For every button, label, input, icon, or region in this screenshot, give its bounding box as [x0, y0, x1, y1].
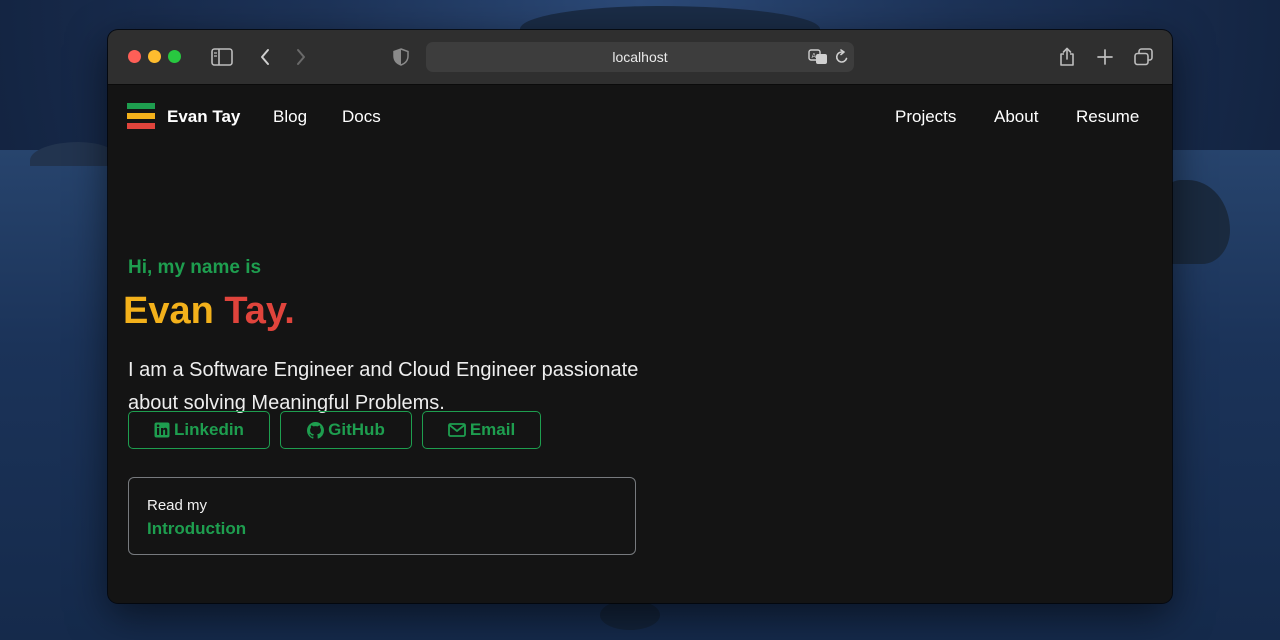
email-button[interactable]: Email	[422, 411, 541, 449]
browser-window: localhost A Evan Tay Blog Docs Projects …	[108, 30, 1172, 603]
close-window-button[interactable]	[128, 50, 141, 63]
linkedin-button[interactable]: Linkedin	[128, 411, 270, 449]
site-brand[interactable]: Evan Tay	[167, 107, 240, 127]
hero-first-name: Evan	[123, 290, 214, 332]
address-bar[interactable]: localhost A	[426, 42, 854, 72]
hero-greeting: Hi, my name is	[128, 257, 262, 278]
translate-icon[interactable]: A	[806, 45, 830, 69]
nav-link-about[interactable]: About	[994, 107, 1038, 127]
new-tab-icon[interactable]	[1093, 45, 1117, 69]
wallpaper-rock	[600, 600, 660, 630]
tab-overview-icon[interactable]	[1132, 45, 1156, 69]
intro-card-pretext: Read my	[147, 497, 208, 514]
privacy-shield-icon[interactable]	[389, 45, 413, 69]
mail-icon	[447, 423, 466, 437]
browser-toolbar: localhost A	[108, 30, 1172, 85]
back-icon[interactable]	[253, 45, 277, 69]
nav-link-projects[interactable]: Projects	[895, 107, 956, 127]
github-label: GitHub	[328, 420, 385, 439]
minimize-window-button[interactable]	[148, 50, 161, 63]
nav-link-docs[interactable]: Docs	[342, 107, 381, 127]
share-icon[interactable]	[1055, 45, 1079, 69]
intro-card-link[interactable]: Introduction	[147, 519, 246, 539]
reload-icon[interactable]	[830, 45, 854, 69]
forward-icon[interactable]	[289, 45, 313, 69]
introduction-card[interactable]: Read my Introduction	[128, 477, 636, 555]
linkedin-icon	[154, 422, 170, 438]
website-page: Evan Tay Blog Docs Projects About Resume…	[108, 85, 1172, 603]
email-label: Email	[469, 420, 516, 439]
nav-link-blog[interactable]: Blog	[273, 107, 307, 127]
sidebar-toggle-icon[interactable]	[210, 45, 234, 69]
site-navbar: Evan Tay Blog Docs Projects About Resume	[108, 85, 1172, 147]
linkedin-label: Linkedin	[174, 420, 244, 439]
github-icon	[307, 421, 325, 439]
zoom-window-button[interactable]	[168, 50, 181, 63]
nav-link-resume[interactable]: Resume	[1076, 107, 1139, 127]
address-text: localhost	[612, 49, 668, 65]
wallpaper-island	[30, 142, 120, 166]
hero-last-name: Tay.	[224, 290, 295, 332]
svg-text:A: A	[812, 52, 817, 60]
hero-title: Evan Tay.	[123, 289, 295, 333]
github-button[interactable]: GitHub	[280, 411, 412, 449]
site-logo-icon[interactable]	[127, 103, 155, 129]
